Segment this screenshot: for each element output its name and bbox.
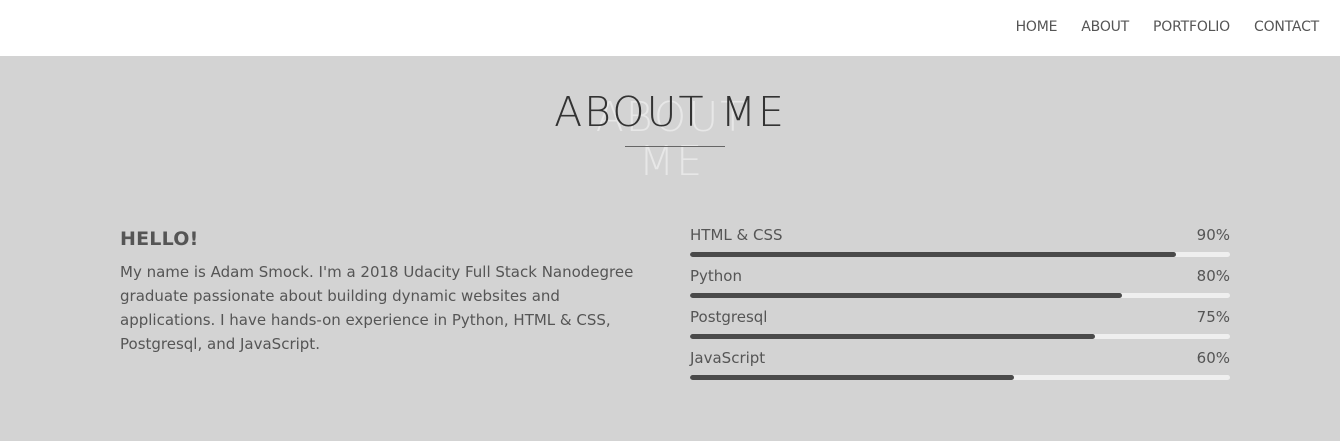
- skill-bar-track: [690, 334, 1230, 339]
- skill-percent: 60%: [1196, 349, 1230, 367]
- nav-portfolio-link[interactable]: PORTFOLIO: [1153, 19, 1230, 35]
- section-title-text: ABOUT ME: [554, 88, 786, 136]
- skill-item: JavaScript 60%: [690, 349, 1230, 390]
- skill-bar-fill: [690, 252, 1176, 257]
- skill-label: HTML & CSS: [690, 226, 783, 244]
- nav-home-link[interactable]: HOME: [1016, 19, 1058, 35]
- skill-bar-track: [690, 293, 1230, 298]
- greeting-heading: HELLO!: [120, 228, 199, 250]
- nav-menu: HOME ABOUT PORTFOLIO CONTACT: [1016, 19, 1320, 35]
- section-title: ABOUT ME ABOUT ME: [554, 88, 786, 183]
- skill-label: Postgresql: [690, 308, 768, 326]
- skill-percent: 80%: [1196, 267, 1230, 285]
- skill-label: JavaScript: [690, 349, 766, 367]
- skills-list: HTML & CSS 90% Python 80% Postgresql 75%…: [690, 226, 1230, 390]
- skill-item: Postgresql 75%: [690, 308, 1230, 349]
- skill-item: HTML & CSS 90%: [690, 226, 1230, 267]
- bio-paragraph: My name is Adam Smock. I'm a 2018 Udacit…: [120, 263, 634, 353]
- skill-bar-track: [690, 252, 1230, 257]
- skill-label: Python: [690, 267, 742, 285]
- skill-bar-fill: [690, 334, 1095, 339]
- section-title-wrap: ABOUT ME ABOUT ME: [0, 88, 1340, 183]
- about-section: ABOUT ME ABOUT ME HELLO! My name is Adam…: [0, 56, 1340, 441]
- skill-bar-fill: [690, 293, 1122, 298]
- skill-item: Python 80%: [690, 267, 1230, 308]
- skill-bar-fill: [690, 375, 1014, 380]
- skill-percent: 75%: [1196, 308, 1230, 326]
- skill-percent: 90%: [1196, 226, 1230, 244]
- navbar: HOME ABOUT PORTFOLIO CONTACT: [0, 0, 1340, 56]
- skill-bar-track: [690, 375, 1230, 380]
- title-underline: [625, 146, 725, 147]
- nav-about-link[interactable]: ABOUT: [1081, 19, 1129, 35]
- nav-contact-link[interactable]: CONTACT: [1254, 19, 1319, 35]
